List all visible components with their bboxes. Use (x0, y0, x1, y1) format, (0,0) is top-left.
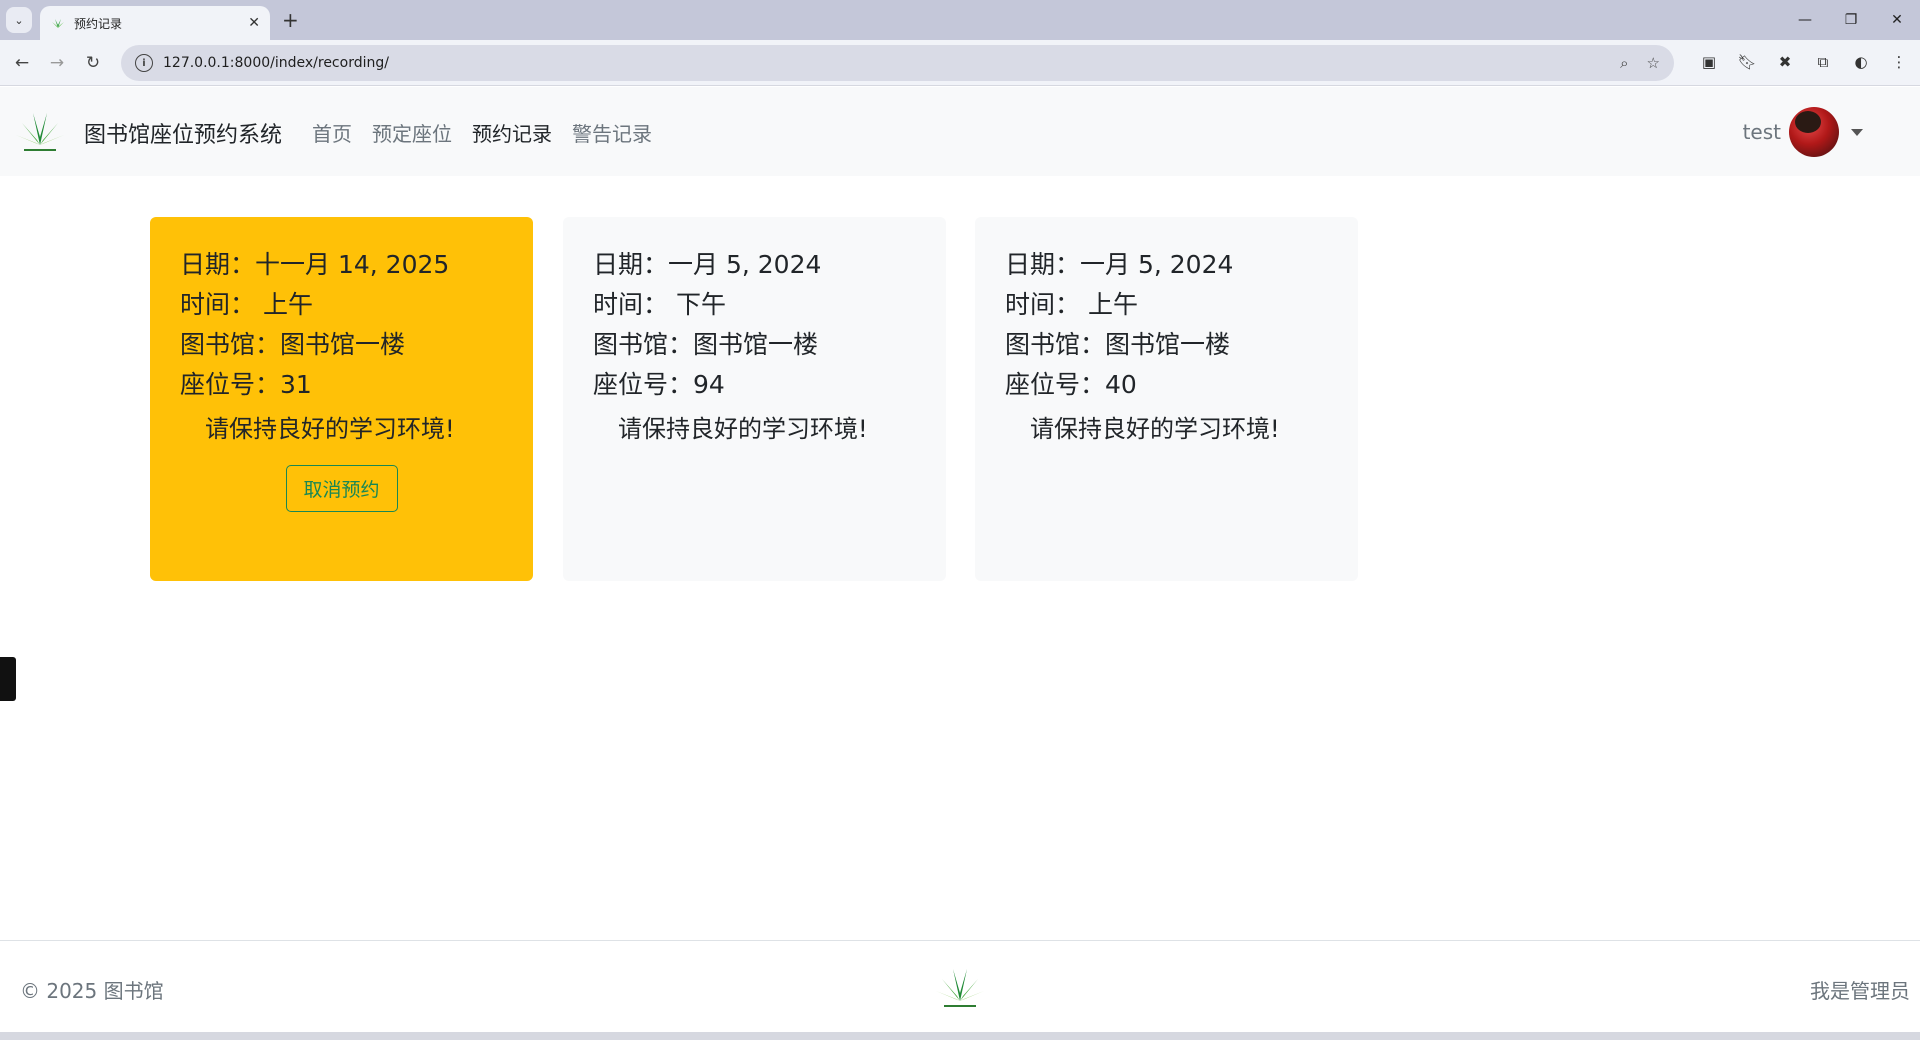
record-time: 时间： 下午 (593, 290, 726, 319)
site-info-icon[interactable]: i (135, 54, 153, 72)
x-extension-icon[interactable]: ✖ (1774, 51, 1796, 73)
record-library: 图书馆：图书馆一楼 (593, 330, 819, 359)
side-panel-tab[interactable] (0, 657, 16, 701)
close-window-icon[interactable]: ✕ (1874, 0, 1920, 40)
footer-copyright: © 2025 图书馆 (20, 979, 164, 1003)
record-note: 请保持良好的学习环境! (618, 415, 868, 443)
reading-list-icon[interactable]: 🔖︎ (1736, 51, 1758, 73)
forward-arrow-icon[interactable]: → (45, 51, 69, 75)
reload-icon[interactable]: ↻ (81, 51, 105, 75)
username: test (1742, 120, 1781, 144)
record-seat: 座位号：94 (593, 370, 725, 399)
extension-icon[interactable]: ▣ (1698, 51, 1720, 73)
back-arrow-icon[interactable]: ← (10, 51, 34, 75)
record-library: 图书馆：图书馆一楼 (180, 330, 406, 359)
url-text: 127.0.0.1:8000/index/recording/ (163, 55, 389, 71)
profile-avatar-icon[interactable]: ◐ (1850, 51, 1872, 73)
reservation-card: 日期：一月 5, 2024 时间： 下午 图书馆：图书馆一楼 座位号：94 请保… (563, 217, 946, 581)
record-seat: 座位号：40 (1005, 370, 1137, 399)
puzzle-extensions-icon[interactable]: ⧉ (1812, 51, 1834, 73)
bookmark-star-icon[interactable]: ☆ (1647, 54, 1660, 72)
record-time: 时间： 上午 (180, 290, 313, 319)
site-footer: © 2025 图书馆 我是管理员 (0, 940, 1920, 1032)
record-library: 图书馆：图书馆一楼 (1005, 330, 1231, 359)
restore-icon[interactable]: ❐ (1828, 0, 1874, 40)
reservation-card: 日期：一月 5, 2024 时间： 上午 图书馆：图书馆一楼 座位号：40 请保… (975, 217, 1358, 581)
record-date: 日期：一月 5, 2024 (593, 250, 822, 279)
library-logo[interactable] (14, 107, 66, 157)
admin-login-link[interactable]: 我是管理员 (1810, 975, 1910, 1004)
record-seat: 座位号：31 (180, 370, 312, 399)
record-note: 请保持良好的学习环境! (1030, 415, 1280, 443)
brand-name[interactable]: 图书馆座位预约系统 (84, 117, 282, 149)
avatar[interactable] (1789, 107, 1839, 157)
tab-search-button[interactable]: ⌄ (6, 7, 32, 33)
browser-tab[interactable]: 预约记录 ✕ (40, 6, 270, 40)
tab-title: 预约记录 (74, 16, 123, 31)
zoom-icon[interactable]: ⌕ (1620, 54, 1628, 72)
window-controls: — ❐ ✕ (1782, 0, 1920, 40)
library-logo[interactable] (934, 963, 986, 1013)
nav-reservation-records[interactable]: 预约记录 (472, 118, 552, 147)
more-menu-icon[interactable]: ⋮ (1888, 51, 1910, 73)
record-date: 日期：十一月 14, 2025 (180, 250, 450, 279)
record-note: 请保持良好的学习环境! (205, 415, 455, 443)
nav-reserve-seat[interactable]: 预定座位 (372, 118, 452, 147)
address-bar[interactable]: i 127.0.0.1:8000/index/recording/ ⌕ ☆ (121, 45, 1674, 81)
nav-home[interactable]: 首页 (312, 118, 352, 147)
caret-down-icon[interactable] (1851, 128, 1863, 136)
record-time: 时间： 上午 (1005, 290, 1138, 319)
extension-toolbar: ▣ 🔖︎ ✖ ⧉ ◐ ⋮ (1698, 51, 1910, 73)
reservation-card: 日期：十一月 14, 2025 时间： 上午 图书馆：图书馆一楼 座位号：31 … (150, 217, 533, 581)
main-nav: 首页 预定座位 预约记录 警告记录 (312, 118, 652, 147)
cancel-reservation-button[interactable]: 取消预约 (285, 465, 398, 512)
close-tab-icon[interactable]: ✕ (248, 15, 260, 31)
library-logo-favicon-icon (52, 19, 64, 28)
nav-warning-records[interactable]: 警告记录 (572, 118, 652, 147)
new-tab-button[interactable]: + (282, 8, 299, 32)
browser-bottom-edge (0, 1032, 1920, 1040)
browser-tab-bar: ⌄ 预约记录 ✕ + — ❐ ✕ (0, 0, 1920, 40)
chevron-down-icon: ⌄ (14, 13, 24, 27)
browser-toolbar: ← → ↻ i 127.0.0.1:8000/index/recording/ … (0, 40, 1920, 86)
record-date: 日期：一月 5, 2024 (1005, 250, 1234, 279)
user-menu[interactable]: test (1743, 107, 1863, 157)
site-navbar: 图书馆座位预约系统 首页 预定座位 预约记录 警告记录 test (0, 87, 1920, 176)
minimize-icon[interactable]: — (1782, 0, 1828, 40)
